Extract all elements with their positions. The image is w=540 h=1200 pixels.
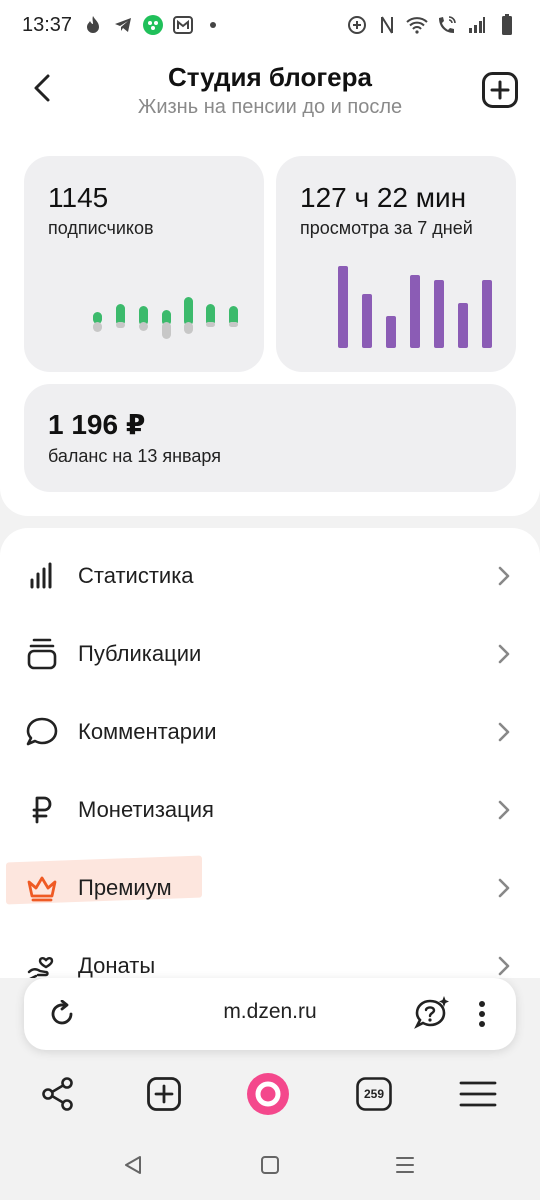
telegram-icon (112, 14, 134, 36)
views-bar (458, 303, 468, 348)
chevron-right-icon (494, 720, 514, 744)
battery-icon (496, 14, 518, 36)
menu-item-monetization[interactable]: Монетизация (0, 771, 540, 849)
app-m-icon (172, 14, 194, 36)
nav-recents-button[interactable] (390, 1150, 420, 1180)
balance-label: баланс на 13 января (48, 446, 221, 466)
tabs-button[interactable]: 259 (352, 1072, 396, 1116)
alice-icon (247, 1073, 289, 1115)
signal-icon (466, 14, 488, 36)
nfc-icon (376, 14, 398, 36)
stack-icon (24, 636, 60, 672)
subs-bar-neg (93, 322, 102, 332)
more-vertical-icon (479, 1001, 485, 1027)
chevron-right-icon (494, 564, 514, 588)
assistant-button[interactable] (414, 995, 450, 1031)
views-bar (338, 266, 348, 348)
views-bar (482, 280, 492, 348)
chevron-right-icon (494, 642, 514, 666)
ruble-icon (24, 792, 60, 828)
menu-button[interactable] (456, 1072, 500, 1116)
menu-label-premium: Премиум (78, 875, 172, 900)
views-mini-chart (276, 156, 516, 372)
page-title: Студия блогера (168, 62, 372, 92)
chevron-right-icon (494, 876, 514, 900)
views-bar (410, 275, 420, 348)
square-home-icon (261, 1156, 279, 1174)
menu-item-publications[interactable]: Публикации (0, 615, 540, 693)
views-bar (386, 316, 396, 348)
new-tab-button[interactable] (142, 1072, 186, 1116)
subs-bar-neg (184, 322, 193, 334)
menu-label-donations: Донаты (78, 953, 156, 978)
subs-bar-neg (229, 322, 238, 327)
crown-icon (24, 870, 60, 906)
system-nav-bar (0, 1130, 540, 1200)
menu-item-premium[interactable]: Премиум (0, 849, 540, 927)
hamburger-icon (459, 1081, 497, 1107)
balance-value: 1 196 ₽ (48, 409, 146, 440)
more-button[interactable] (470, 996, 494, 1032)
subs-bar-neg (162, 322, 171, 339)
nav-home-button[interactable] (255, 1150, 285, 1180)
menu-label-publications: Публикации (78, 641, 202, 666)
chevron-right-icon (494, 954, 514, 978)
data-saver-icon (346, 14, 368, 36)
menu-label-monetization: Монетизация (78, 797, 214, 822)
menu-label-statistics: Статистика (78, 563, 194, 588)
views-card[interactable]: 127 ч 22 мин просмотра за 7 дней (276, 156, 516, 372)
status-left-icons (82, 14, 224, 36)
wifi-icon (406, 14, 428, 36)
status-time: 13:37 (22, 13, 73, 36)
plus-square-icon (482, 72, 518, 108)
browser-bottom-bar: 259 (0, 1060, 540, 1130)
menu-label-comments: Комментарии (78, 719, 217, 744)
menu-item-comments[interactable]: Комментарии (0, 693, 540, 771)
menu-item-statistics[interactable]: Статистика (0, 537, 540, 615)
alice-button[interactable] (246, 1072, 290, 1116)
triangle-back-icon (125, 1156, 141, 1174)
subscribers-card[interactable]: 1145 подписчиков (24, 156, 264, 372)
menu-item-donations[interactable]: Донаты (0, 927, 540, 978)
share-icon (42, 1077, 73, 1111)
subs-bar-neg (139, 322, 148, 331)
plus-square-icon (147, 1077, 181, 1111)
menu-card: Статистика Публикации Комментарии Монети… (0, 528, 540, 978)
app-green-icon (142, 14, 164, 36)
share-button[interactable] (36, 1072, 80, 1116)
subscribers-mini-chart (24, 156, 264, 372)
page-subtitle: Жизнь на пенсии до и после (137, 96, 403, 118)
top-card: Студия блогера Жизнь на пенсии до и посл… (0, 50, 540, 516)
views-bar (362, 294, 372, 348)
url-bar[interactable]: m.dzen.ru (24, 978, 516, 1050)
tab-count: 259 (363, 1087, 385, 1101)
dot-icon (202, 14, 224, 36)
bar-chart-icon (24, 558, 60, 594)
header: Студия блогера Жизнь на пенсии до и посл… (0, 50, 540, 140)
subs-bar-neg (116, 322, 125, 328)
balance-card[interactable]: 1 196 ₽ баланс на 13 января (24, 384, 516, 492)
status-bar: 13:37 (0, 0, 540, 50)
speech-bubble-icon (24, 714, 60, 750)
question-sparkle-icon (414, 996, 449, 1029)
subs-bar-neg (206, 322, 215, 327)
views-bar (434, 280, 444, 348)
flame-icon (82, 14, 104, 36)
nav-back-button[interactable] (118, 1150, 148, 1180)
status-right-icons (346, 14, 518, 36)
recents-icon (396, 1157, 414, 1173)
add-button[interactable] (480, 70, 520, 110)
donation-icon (24, 948, 60, 978)
chevron-right-icon (494, 798, 514, 822)
wifi-call-icon (436, 14, 458, 36)
